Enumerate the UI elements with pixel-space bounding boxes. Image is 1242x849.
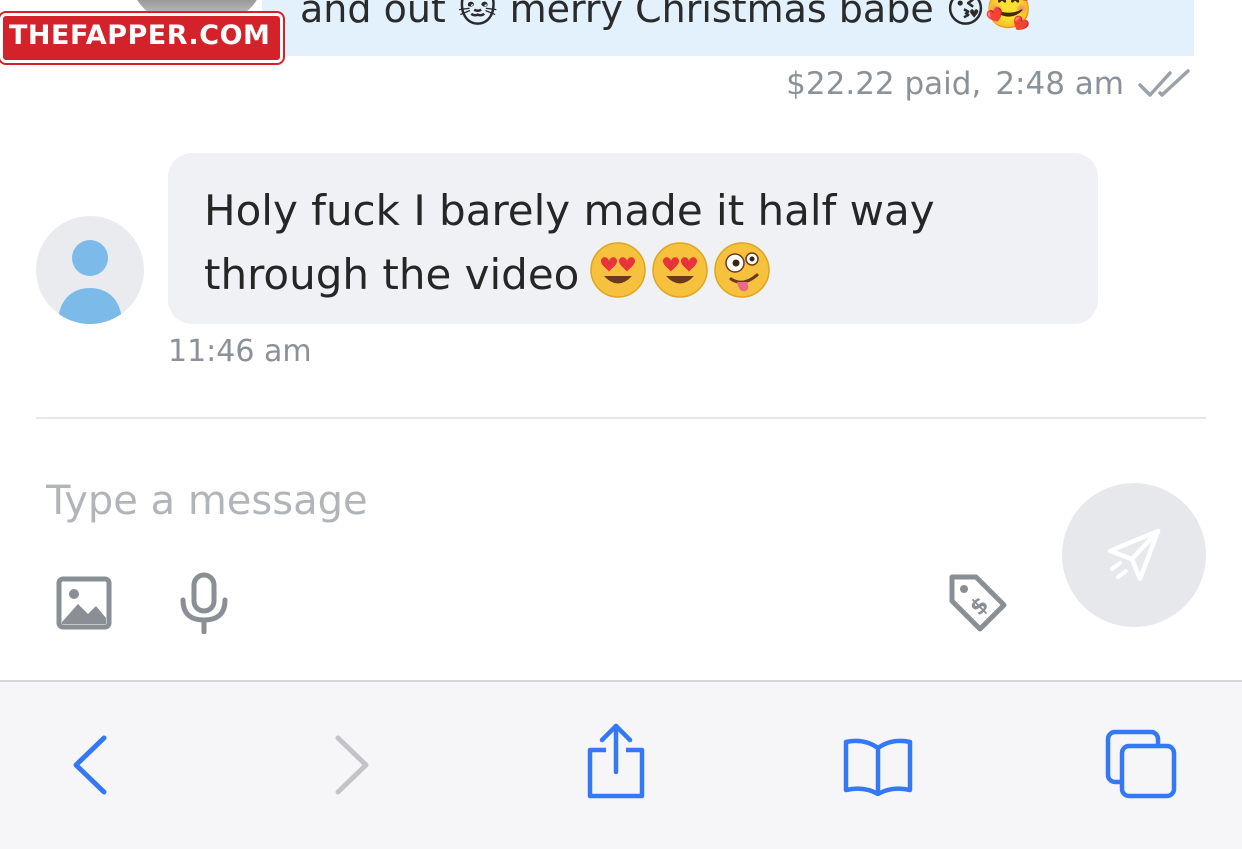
heart-eyes-emoji-icon [590, 242, 647, 298]
user-silhouette-icon [58, 240, 122, 324]
send-button[interactable] [1062, 483, 1206, 627]
outgoing-message-meta: $22.22 paid, 2:48 am [786, 64, 1192, 104]
incoming-message-line-1: Holy fuck I barely made it half way [204, 186, 935, 235]
heart-eyes-emoji-icon [652, 242, 709, 298]
outgoing-message-text: and out 🐱 merry Christmas babe 😘🥰 [300, 0, 1033, 31]
send-icon [1107, 528, 1161, 582]
browser-toolbar [0, 680, 1242, 849]
image-icon[interactable] [56, 576, 112, 630]
watermark-logo: THEFAPPER.COM [0, 13, 284, 63]
bookmarks-icon[interactable] [842, 736, 914, 796]
composer-divider [36, 417, 1206, 419]
message-input[interactable] [46, 470, 1006, 532]
double-check-icon [1138, 69, 1190, 97]
outgoing-message-time: 2:48 am [995, 66, 1124, 102]
incoming-message-bubble: Holy fuck I barely made it half way thro… [168, 153, 1098, 324]
forward-icon[interactable] [332, 734, 372, 796]
default-user-avatar-icon[interactable] [36, 216, 144, 324]
emoji-row [589, 241, 771, 299]
incoming-message-time: 11:46 am [168, 334, 312, 369]
incoming-message-text: Holy fuck I barely made it half way thro… [204, 181, 1062, 305]
paid-amount: $22.22 paid, [786, 66, 982, 102]
share-icon[interactable] [584, 722, 648, 800]
incoming-message-line-2: through the video [204, 250, 580, 299]
outgoing-message-bubble: and out 🐱 merry Christmas babe 😘🥰 [262, 0, 1194, 56]
zany-face-emoji-icon [714, 242, 771, 298]
microphone-icon[interactable] [178, 572, 230, 634]
back-icon[interactable] [70, 734, 110, 796]
price-tag-icon[interactable]: $ [946, 571, 1010, 635]
tabs-icon[interactable] [1104, 728, 1178, 800]
